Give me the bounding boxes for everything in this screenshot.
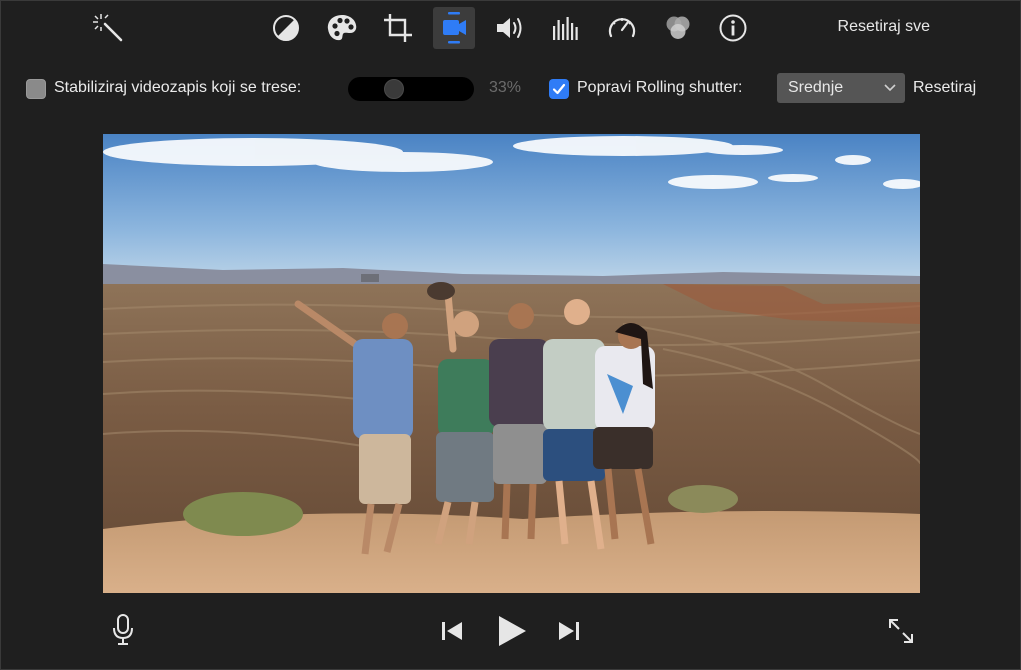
stabilization-camera-icon — [443, 12, 466, 44]
play-icon — [499, 616, 526, 646]
skip-back-button[interactable] — [438, 618, 466, 644]
adjustments-toolbar: Resetiraj sve — [1, 1, 1021, 53]
color-palette-icon — [327, 15, 357, 41]
skip-forward-icon — [559, 622, 579, 640]
stabilization-options: Stabiliziraj videozapis koji se trese: 3… — [1, 67, 1021, 111]
stabilize-amount-value: 33% — [489, 79, 522, 96]
stabilize-checkbox[interactable] — [26, 79, 46, 99]
equalizer-icon — [553, 17, 578, 40]
stabilize-label: Stabiliziraj videozapis koji se trese: — [54, 79, 302, 96]
stabilization-button[interactable] — [433, 7, 475, 49]
checkmark-icon — [552, 83, 566, 95]
voiceover-button[interactable] — [109, 613, 137, 647]
info-icon — [719, 14, 747, 42]
rolling-shutter-checkbox[interactable] — [549, 79, 569, 99]
magic-wand-icon — [93, 14, 123, 42]
rolling-shutter-amount-select[interactable]: Srednje — [777, 73, 905, 103]
crop-button[interactable] — [377, 7, 419, 49]
skip-back-icon — [442, 622, 462, 640]
microphone-icon — [113, 614, 133, 645]
video-frame — [103, 134, 920, 593]
video-viewer[interactable] — [103, 134, 920, 593]
speed-button[interactable] — [601, 7, 643, 49]
slider-knob[interactable] — [383, 79, 404, 99]
select-value: Srednje — [788, 79, 844, 96]
fullscreen-icon — [889, 619, 913, 643]
stabilize-amount-slider[interactable] — [348, 77, 474, 101]
reset-button[interactable]: Resetiraj — [913, 79, 976, 97]
info-button[interactable] — [712, 7, 754, 49]
skip-forward-button[interactable] — [555, 618, 583, 644]
reset-all-button[interactable]: Resetiraj sve — [838, 18, 930, 36]
video-filter-button[interactable] — [657, 7, 699, 49]
volume-icon — [497, 18, 522, 38]
rolling-shutter-label: Popravi Rolling shutter: — [577, 79, 743, 96]
magic-wand-button[interactable] — [88, 7, 130, 49]
app-window: Resetiraj sve Stabiliziraj videozapis ko… — [0, 0, 1021, 670]
crop-icon — [384, 14, 412, 42]
equalizer-button[interactable] — [545, 7, 587, 49]
color-balance-icon — [273, 15, 299, 41]
volume-button[interactable] — [489, 7, 531, 49]
speedometer-icon — [608, 18, 636, 38]
fullscreen-button[interactable] — [885, 615, 917, 647]
video-filter-icon — [666, 16, 690, 39]
color-balance-button[interactable] — [265, 7, 307, 49]
chevron-down-icon — [884, 84, 896, 92]
play-button[interactable] — [493, 613, 531, 649]
color-correction-button[interactable] — [321, 7, 363, 49]
